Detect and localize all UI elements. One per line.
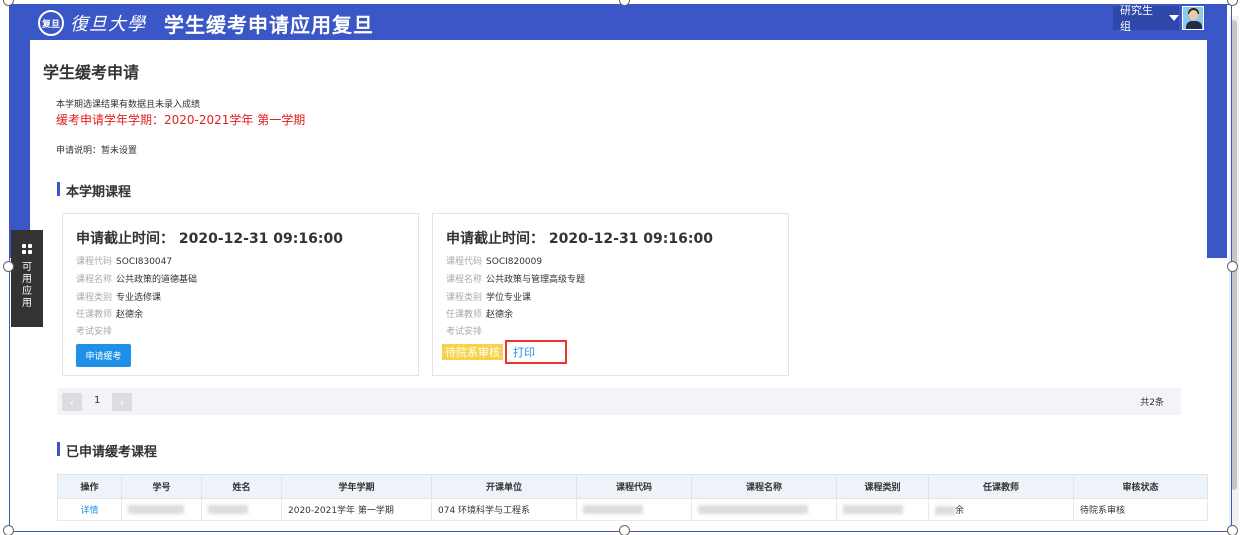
cell-status: 待院系审核 xyxy=(1073,498,1208,521)
seal-icon: 复旦 xyxy=(38,10,64,36)
col-action: 操作 xyxy=(57,474,122,499)
resize-handle[interactable] xyxy=(1227,0,1238,6)
app-window: 复旦 復旦大學 学生缓考申请应用复旦 研究生组 学生缓考申请 本学期选课结果有数… xyxy=(0,0,1240,535)
total-count: 共2条 xyxy=(1140,398,1164,408)
cell-term: 2020-2021学年 第一学期 xyxy=(281,498,432,521)
notice-text: 本学期选课结果有数据且未录入成绩 xyxy=(56,100,201,110)
teacher-row: 任课教师 赵德余 xyxy=(76,310,144,320)
col-term: 学年学期 xyxy=(281,474,432,499)
print-link[interactable]: 打印 xyxy=(505,340,567,364)
course-code-row: 课程代码 SOCI830047 xyxy=(76,257,173,267)
col-student-id: 学号 xyxy=(121,474,202,499)
page-number[interactable]: 1 xyxy=(94,395,100,406)
deadline-text: 申请截止时间： 2020-12-31 09:16:00 xyxy=(76,231,343,247)
cell-dept: 074 环境科学与工程系 xyxy=(431,498,577,521)
cell-teacher: 余 xyxy=(928,498,1074,521)
col-name: 姓名 xyxy=(201,474,282,499)
cell-name xyxy=(201,498,282,521)
cell-course-type xyxy=(836,498,929,521)
app-title: 学生缓考申请应用复旦 xyxy=(164,12,374,37)
header-band-right xyxy=(1207,40,1227,258)
course-name-row: 课程名称 公共政策与管理高级专题 xyxy=(446,275,586,285)
cell-course-code xyxy=(576,498,692,521)
top-bar: 复旦 復旦大學 学生缓考申请应用复旦 研究生组 xyxy=(10,4,1227,40)
redacted-block xyxy=(583,504,643,514)
status-badge: 待院系审核 xyxy=(442,344,503,360)
side-widget-label: 可用应用 xyxy=(22,262,32,309)
pagination: ‹ 1 › 共2条 xyxy=(57,388,1181,415)
course-card: 申请截止时间： 2020-12-31 09:16:00 课程代码 SOCI8300… xyxy=(62,213,419,376)
teacher-row: 任课教师 赵德余 xyxy=(446,310,514,320)
description-text: 申请说明：暂未设置 xyxy=(56,146,138,156)
deadline-text: 申请截止时间： 2020-12-31 09:16:00 xyxy=(446,231,713,247)
redacted-block xyxy=(128,504,184,514)
applied-courses-table: 操作 学号 姓名 学年学期 开课单位 课程代码 课程名称 课程类别 任课教师 审… xyxy=(57,474,1208,521)
user-menu-button[interactable]: 研究生组 xyxy=(1113,4,1179,33)
col-course-type: 课程类别 xyxy=(836,474,929,499)
university-logo: 复旦 復旦大學 学生缓考申请应用复旦 xyxy=(38,9,374,37)
exam-row: 考试安排 xyxy=(76,327,113,337)
course-type-row: 课程类别 学位专业课 xyxy=(446,293,532,303)
resize-handle[interactable] xyxy=(3,261,14,272)
available-apps-widget[interactable]: 可用应用 xyxy=(11,230,43,327)
course-card: 申请截止时间： 2020-12-31 09:16:00 课程代码 SOCI8200… xyxy=(432,213,789,376)
section-title-applied: 已申请缓考课程 xyxy=(57,441,157,460)
col-dept: 开课单位 xyxy=(431,474,577,499)
cell-student-id xyxy=(121,498,202,521)
cell-course-name xyxy=(691,498,837,521)
course-type-row: 课程类别 专业选修课 xyxy=(76,293,162,303)
course-code-row: 课程代码 SOCI820009 xyxy=(446,257,543,267)
col-teacher: 任课教师 xyxy=(928,474,1074,499)
next-page-button[interactable]: › xyxy=(112,393,132,411)
prev-page-button[interactable]: ‹ xyxy=(62,393,82,411)
col-course-name: 课程名称 xyxy=(691,474,837,499)
course-name-row: 课程名称 公共政策的道德基础 xyxy=(76,275,198,285)
logo-text: 復旦大學 xyxy=(70,14,146,35)
table-header-row: 操作 学号 姓名 学年学期 开课单位 课程代码 课程名称 课程类别 任课教师 审… xyxy=(57,474,1208,499)
resize-handle[interactable] xyxy=(1227,261,1238,272)
grid-icon xyxy=(22,244,32,254)
table-row: 详情 2020-2021学年 第一学期 074 环境科学与工程系 余 待院系审核 xyxy=(57,498,1208,521)
section-title-current: 本学期课程 xyxy=(57,181,131,200)
redacted-block xyxy=(843,504,903,514)
exam-row: 考试安排 xyxy=(446,327,483,337)
redacted-block xyxy=(698,504,808,514)
col-course-code: 课程代码 xyxy=(576,474,692,499)
resize-handle[interactable] xyxy=(1227,525,1238,535)
resize-handle[interactable] xyxy=(619,525,630,535)
term-label: 缓考申请学年学期：2020-2021学年 第一学期 xyxy=(56,113,306,127)
user-avatar[interactable] xyxy=(1182,6,1204,30)
page-title: 学生缓考申请 xyxy=(43,63,140,82)
details-link[interactable]: 详情 xyxy=(57,498,122,521)
col-status: 审核状态 xyxy=(1073,474,1208,499)
apply-deferral-button[interactable]: 申请缓考 xyxy=(76,344,131,367)
redacted-block xyxy=(208,504,248,514)
resize-handle[interactable] xyxy=(3,525,14,535)
redacted-block xyxy=(935,506,955,515)
scrollbar-thumb[interactable] xyxy=(1231,20,1237,490)
caret-down-icon xyxy=(1169,15,1179,21)
header-band-left xyxy=(10,40,30,258)
